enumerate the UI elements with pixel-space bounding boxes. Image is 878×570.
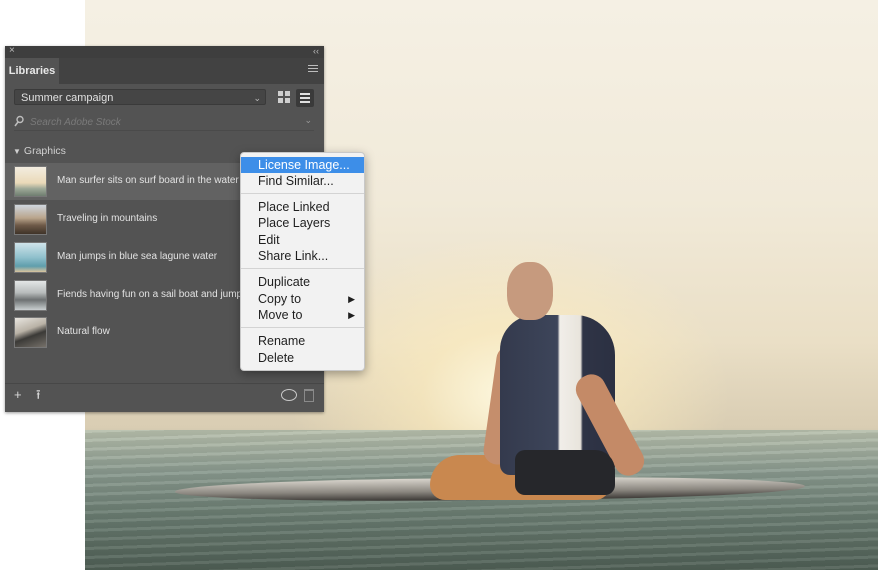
thumbnail [14, 242, 47, 273]
section-graphics[interactable]: ▼ Graphics [13, 145, 66, 157]
menu-item-delete[interactable]: Delete [241, 350, 364, 366]
section-title: Graphics [23, 145, 66, 157]
menu-item-license-image[interactable]: License Image... [241, 157, 364, 173]
surfer-head [507, 262, 553, 320]
plus-icon[interactable]: + [14, 388, 22, 402]
tab-libraries[interactable]: Libraries [5, 58, 59, 84]
disclosure-triangle-icon: ▼ [13, 147, 21, 156]
search-input[interactable] [30, 114, 290, 130]
item-label: Traveling in mountains [57, 213, 158, 224]
footer-divider [5, 383, 324, 384]
menu-item-label: Move to [258, 308, 303, 322]
list-view-icon[interactable] [296, 89, 314, 107]
menu-item-share-link[interactable]: Share Link... [241, 248, 364, 264]
menu-item-copy-to[interactable]: Copy to ▶ [241, 291, 364, 307]
item-label: Natural flow [57, 326, 110, 337]
stock-search: ⌄ [14, 114, 314, 131]
menu-separator [241, 327, 364, 328]
item-label: Man surfer sits on surf board in the wat… [57, 175, 242, 186]
close-icon[interactable]: × [9, 45, 15, 57]
panel-tab-bar: Libraries [5, 58, 324, 84]
menu-item-edit[interactable]: Edit [241, 232, 364, 248]
thumbnail [14, 280, 47, 311]
creative-cloud-sync-icon[interactable] [281, 389, 297, 401]
item-label: Fiends having fun on a sail boat and jum… [57, 289, 242, 300]
thumbnail [14, 166, 47, 197]
panel-title-strip: × ‹‹ [5, 45, 324, 58]
chevron-down-icon[interactable]: ⌄ [304, 115, 312, 126]
search-icon [14, 115, 24, 127]
menu-item-duplicate[interactable]: Duplicate [241, 274, 364, 290]
menu-item-place-layers[interactable]: Place Layers [241, 215, 364, 231]
context-menu: License Image... Find Similar... Place L… [240, 152, 365, 371]
menu-item-rename[interactable]: Rename [241, 333, 364, 349]
chevron-down-icon: ⌄ [253, 93, 261, 103]
menu-separator [241, 268, 364, 269]
collapse-icon[interactable]: ‹‹ [313, 45, 319, 57]
library-dropdown[interactable]: Summer campaign ⌄ [14, 89, 266, 105]
menu-item-label: Copy to [258, 292, 302, 306]
submenu-arrow-icon: ▶ [348, 310, 355, 320]
submenu-arrow-icon: ▶ [348, 294, 355, 304]
trash-icon[interactable] [304, 389, 314, 402]
menu-item-find-similar[interactable]: Find Similar... [241, 173, 364, 189]
item-label: Man jumps in blue sea lagune water [57, 251, 218, 262]
grid-view-icon[interactable] [276, 89, 292, 105]
panel-menu-icon[interactable] [308, 65, 318, 74]
menu-item-place-linked[interactable]: Place Linked [241, 199, 364, 215]
surfer-shorts [515, 450, 615, 495]
thumbnail [14, 204, 47, 235]
thumbnail [14, 317, 47, 348]
upload-icon[interactable]: ⭱ [36, 388, 41, 402]
library-name: Summer campaign [21, 92, 114, 104]
menu-separator [241, 193, 364, 194]
menu-item-move-to[interactable]: Move to ▶ [241, 307, 364, 323]
